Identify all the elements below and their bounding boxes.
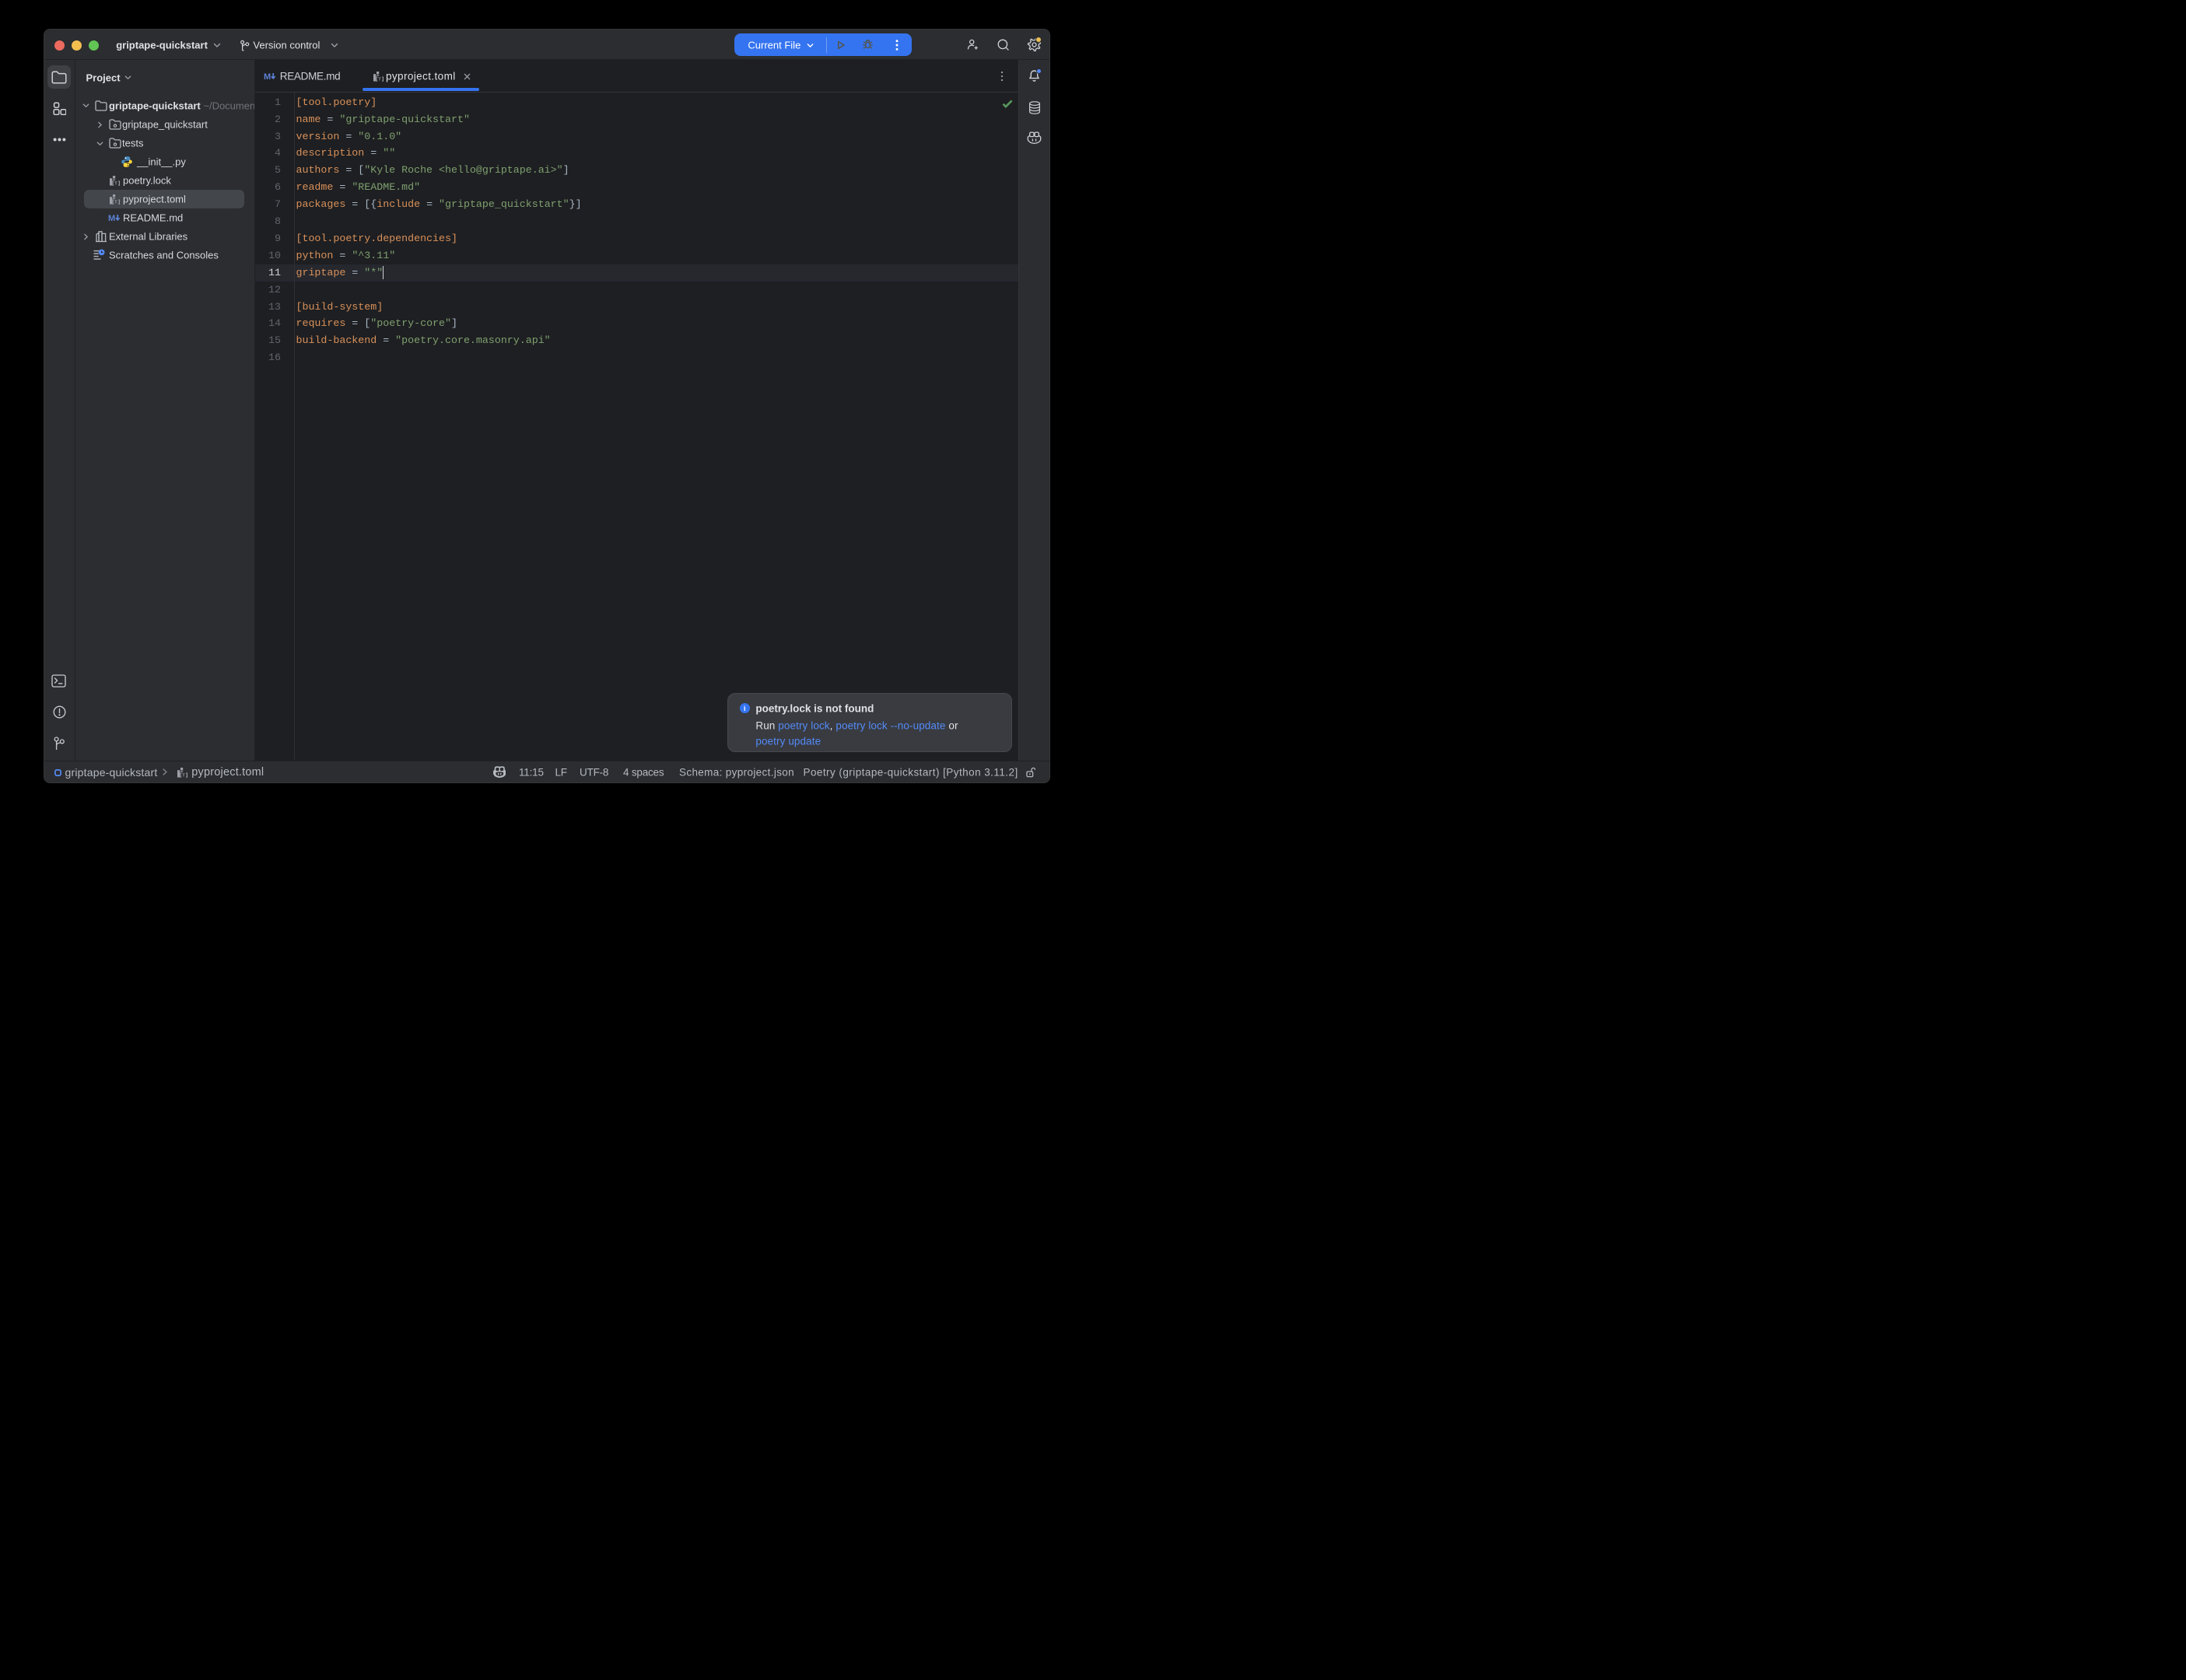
svg-text:M: M bbox=[108, 214, 115, 223]
svg-text:T: T bbox=[114, 201, 117, 205]
svg-text:T: T bbox=[114, 182, 117, 187]
svg-text:T: T bbox=[182, 773, 185, 778]
svg-text:M: M bbox=[264, 72, 271, 82]
svg-text:T: T bbox=[379, 78, 382, 82]
